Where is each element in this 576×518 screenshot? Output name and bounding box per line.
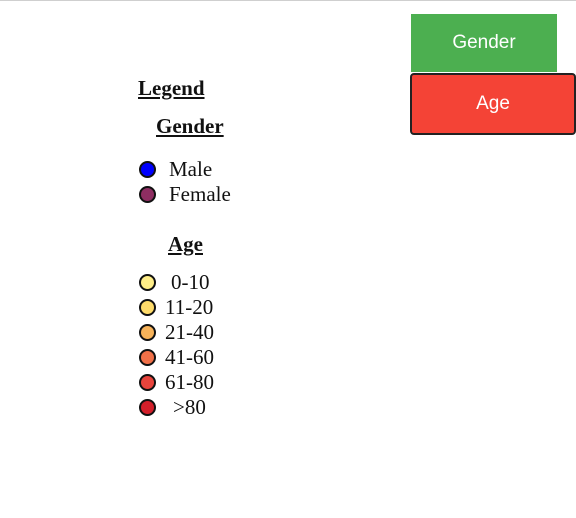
circle-icon xyxy=(139,273,156,291)
legend-item-label: >80 xyxy=(173,395,206,419)
legend-item-label: 61-80 xyxy=(165,370,214,394)
circle-icon xyxy=(139,185,156,203)
legend-item-female: Female xyxy=(139,183,231,205)
legend-item-age-21-40: 21-40 xyxy=(139,321,214,343)
circle-icon xyxy=(139,373,156,391)
circle-icon xyxy=(139,298,156,316)
circle-icon xyxy=(139,398,156,416)
circle-icon xyxy=(139,348,156,366)
legend-item-age-41-60: 41-60 xyxy=(139,346,214,368)
legend-item-age-over-80: >80 xyxy=(139,396,206,418)
age-heading: Age xyxy=(168,232,203,256)
legend-item-label: 0-10 xyxy=(171,270,210,294)
legend-item-age-11-20: 11-20 xyxy=(139,296,213,318)
legend-item-label: 11-20 xyxy=(165,295,214,319)
legend-item-label: Female xyxy=(169,182,231,206)
legend-title: Legend xyxy=(138,76,205,100)
legend-item-label: Male xyxy=(169,157,213,181)
circle-icon xyxy=(139,323,156,341)
legend-item-age-61-80: 61-80 xyxy=(139,371,214,393)
legend-item-male: Male xyxy=(139,158,212,180)
circle-icon xyxy=(139,160,156,178)
legend-item-age-0-10: 0-10 xyxy=(139,271,210,293)
legend-item-label: 21-40 xyxy=(165,320,214,344)
legend-item-label: 41-60 xyxy=(165,345,214,369)
legend-panel: Legend Gender Male Female Age 0-10 11-20… xyxy=(0,0,576,518)
gender-heading: Gender xyxy=(156,114,224,138)
